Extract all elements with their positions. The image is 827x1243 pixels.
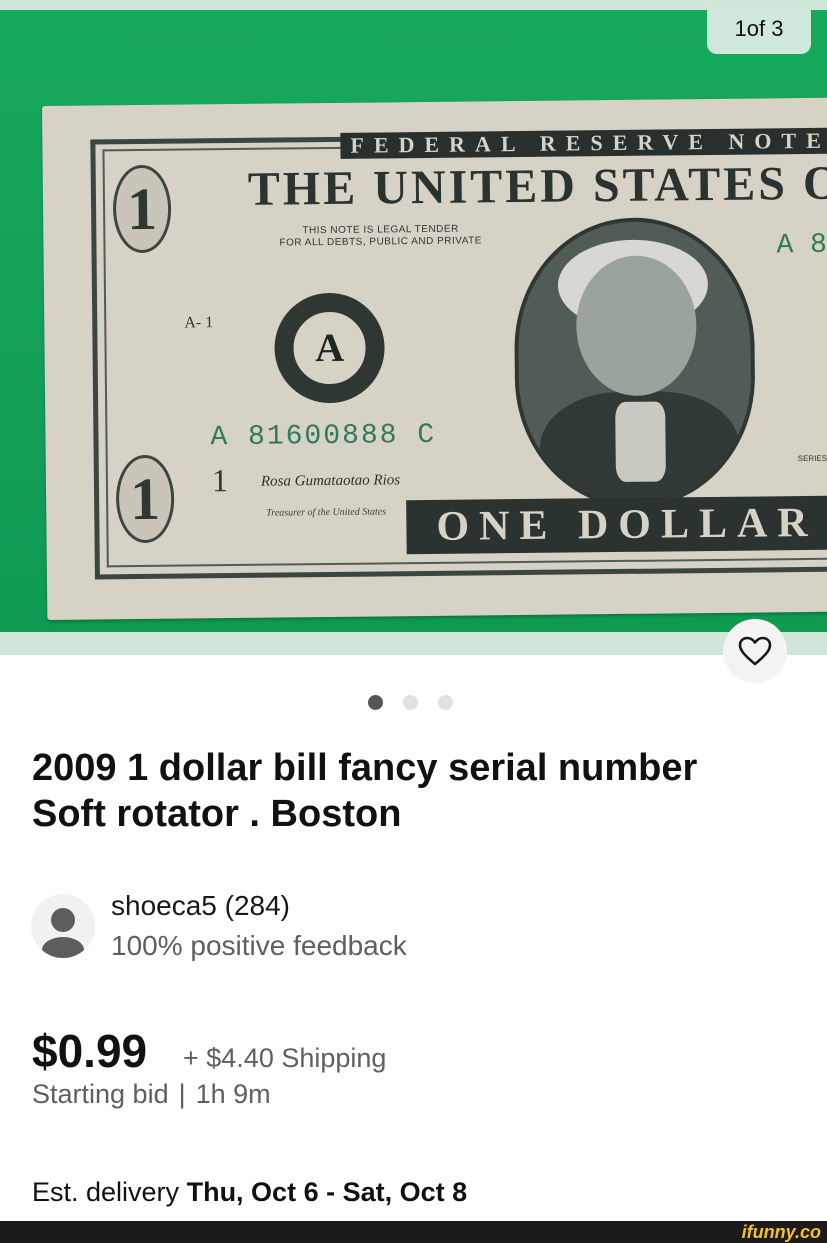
bill-seal-letter: A (290, 308, 369, 388)
estimated-delivery: Est. delivery Thu, Oct 6 - Sat, Oct 8 (32, 1177, 467, 1208)
ifunny-watermark: ifunny.co (741, 1222, 821, 1242)
bill-serial-number-right: A 8 (776, 229, 827, 262)
time-left: 1h 9m (195, 1079, 271, 1109)
image-counter: 1of 3 (707, 3, 811, 54)
heart-outline-icon (738, 636, 772, 666)
dollar-bill-image: FEDERAL RESERVE NOTE THE UNITED STATES O… (42, 97, 827, 620)
bid-separator: | (178, 1079, 186, 1109)
bill-federal-reserve-seal: A (273, 292, 386, 404)
bill-headline: THE UNITED STATES OF AM (247, 155, 827, 216)
bill-legal-text: THIS NOTE IS LEGAL TENDER FOR ALL DEBTS,… (279, 223, 482, 249)
image-gallery[interactable]: FEDERAL RESERVE NOTE THE UNITED STATES O… (0, 0, 827, 655)
bill-banner: FEDERAL RESERVE NOTE (340, 127, 827, 159)
portrait-shirt (615, 401, 666, 483)
bid-type: Starting bid (32, 1079, 169, 1109)
bill-corner-one-top: 1 (112, 164, 172, 254)
bill-signature-title: Treasurer of the United States (266, 506, 387, 519)
bill-plate-number: A- 1 (184, 314, 214, 332)
user-icon-body (42, 937, 84, 958)
delivery-label: Est. delivery (32, 1177, 180, 1207)
listing-title-line-2: Soft rotator . Boston (32, 793, 402, 835)
pagination-dot-3[interactable] (438, 695, 453, 710)
bill-signature: Rosa Gumataotao Rios (260, 472, 401, 490)
bill-legal-line-2: FOR ALL DEBTS, PUBLIC AND PRIVATE (279, 235, 482, 249)
portrait-face (575, 255, 698, 397)
watermark-bar: ifunny.co (0, 1221, 827, 1243)
listing-title-line-1: 2009 1 dollar bill fancy serial number (32, 747, 698, 789)
seller-name[interactable]: shoeca5 (284) (111, 890, 290, 922)
pagination-dots (368, 695, 453, 710)
bill-denomination-ribbon: ONE DOLLAR (406, 495, 827, 555)
shipping-cost: + $4.40 Shipping (183, 1043, 387, 1073)
bill-corner-one-bottom: 1 (115, 454, 175, 544)
delivery-dates: Thu, Oct 6 - Sat, Oct 8 (186, 1177, 468, 1207)
current-price: $0.99 (32, 1025, 148, 1077)
seller-feedback: 100% positive feedback (111, 930, 407, 961)
bill-series: SERIES 2009 (797, 453, 827, 464)
listing-title: 2009 1 dollar bill fancy serial number S… (32, 745, 802, 837)
seller-avatar[interactable] (31, 894, 95, 958)
pagination-dot-1[interactable] (368, 695, 383, 710)
watch-button[interactable] (723, 619, 787, 683)
bill-digit: 1 (211, 462, 229, 499)
user-icon-head (51, 908, 75, 932)
gallery-bottom-strip (0, 632, 827, 655)
listing-photo[interactable]: FEDERAL RESERVE NOTE THE UNITED STATES O… (0, 10, 827, 632)
pagination-dot-2[interactable] (403, 695, 418, 710)
bid-info: Starting bid | 1h 9m (32, 1079, 271, 1110)
bill-serial-number: A 81600888 C (210, 419, 437, 454)
bill-portrait (513, 216, 757, 510)
